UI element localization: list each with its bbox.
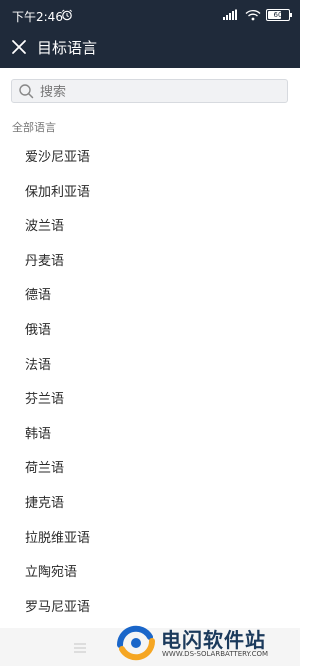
- section-label-all-languages: 全部语言: [12, 121, 56, 134]
- page-title: 目标语言: [37, 39, 98, 57]
- language-item[interactable]: 捷克语: [0, 487, 300, 522]
- nav-bar: 目标语言: [0, 30, 300, 68]
- battery-text: 60: [273, 11, 283, 19]
- search-icon: [19, 84, 34, 99]
- language-item[interactable]: 波兰语: [0, 210, 300, 245]
- language-item[interactable]: 韩语: [0, 418, 300, 453]
- language-item[interactable]: 丹麦语: [0, 245, 300, 280]
- language-item[interactable]: 保加利亚语: [0, 176, 300, 211]
- watermark-text: 电闪软件站: [161, 628, 266, 652]
- watermark-logo: [116, 625, 156, 661]
- alarm-icon: [61, 9, 73, 21]
- language-item[interactable]: 法语: [0, 349, 300, 384]
- battery-icon: 60: [266, 9, 292, 21]
- search-box[interactable]: [11, 79, 288, 103]
- close-icon[interactable]: [10, 38, 28, 56]
- status-bar: 下午2:46 60: [0, 0, 300, 30]
- signal-icon: [223, 9, 237, 20]
- language-item[interactable]: 芬兰语: [0, 383, 300, 418]
- language-item[interactable]: 荷兰语: [0, 452, 300, 487]
- status-icons: 60: [222, 9, 292, 21]
- wifi-icon: [245, 9, 261, 21]
- language-list: 爱沙尼亚语 保加利亚语 波兰语 丹麦语 德语 俄语 法语 芬兰语 韩语 荷兰语 …: [0, 141, 300, 625]
- watermark-url: WWW.DS-SOLARBATTERY.COM: [162, 650, 269, 658]
- language-item[interactable]: 罗马尼亚语: [0, 591, 300, 626]
- language-item[interactable]: 立陶宛语: [0, 556, 300, 591]
- index-bar-icon[interactable]: [73, 642, 87, 654]
- search-input[interactable]: [38, 82, 282, 102]
- app-header: 下午2:46 60 目标语言: [0, 0, 300, 68]
- language-item[interactable]: 爱沙尼亚语: [0, 141, 300, 176]
- status-time: 下午2:46: [12, 10, 63, 24]
- language-item[interactable]: 德语: [0, 279, 300, 314]
- language-item[interactable]: 拉脱维亚语: [0, 522, 300, 557]
- language-item[interactable]: 俄语: [0, 314, 300, 349]
